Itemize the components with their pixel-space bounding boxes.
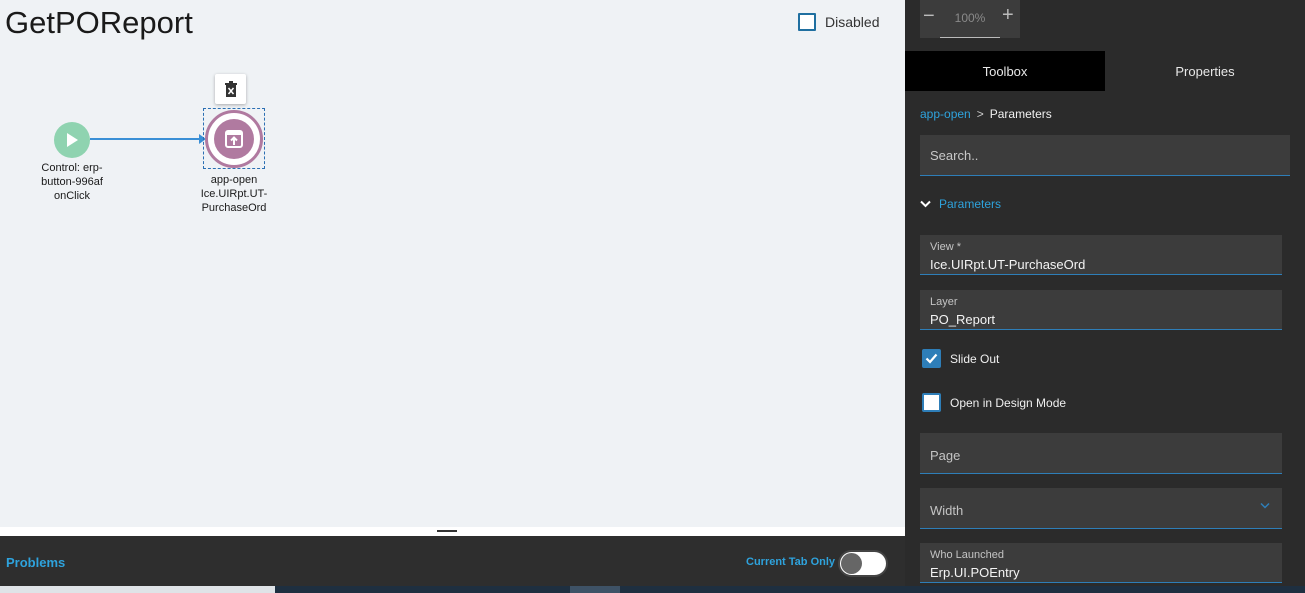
- app-node-line2: Ice.UIRpt.UT-: [200, 188, 268, 200]
- problems-bar: Problems Current Tab Only: [0, 536, 905, 586]
- panel-tabs: Toolbox Properties: [905, 51, 1305, 91]
- layer-field[interactable]: Layer PO_Report: [920, 290, 1282, 330]
- tab-properties[interactable]: Properties: [1105, 51, 1305, 91]
- width-select[interactable]: Width: [920, 488, 1282, 529]
- breadcrumb-current: Parameters: [989, 107, 1052, 121]
- who-launched-value[interactable]: Erp.UI.POEntry: [930, 565, 1020, 580]
- slide-out-checkbox[interactable]: [922, 349, 941, 368]
- open-window-icon: [225, 130, 243, 148]
- taskbar-left: [0, 586, 275, 593]
- view-value[interactable]: Ice.UIRpt.UT-PurchaseOrd: [930, 257, 1085, 272]
- delete-node-button[interactable]: [215, 74, 246, 104]
- design-mode-checkbox[interactable]: [922, 393, 941, 412]
- taskbar-strip: [0, 586, 1305, 593]
- view-label: View *: [930, 241, 961, 253]
- search-input[interactable]: [920, 135, 1290, 175]
- trash-icon: [224, 81, 237, 97]
- slide-out-label: Slide Out: [950, 351, 1000, 366]
- current-tab-only-label: Current Tab Only: [746, 556, 836, 568]
- chevron-down-icon: [920, 200, 931, 208]
- toggle-knob: [841, 553, 862, 574]
- app-node-line3: PurchaseOrd: [201, 202, 267, 214]
- zoom-control: − 100% +: [920, 0, 1020, 38]
- app-open-node-inner: [214, 119, 254, 159]
- app-open-node[interactable]: [205, 110, 263, 168]
- tab-toolbox[interactable]: Toolbox: [905, 51, 1105, 91]
- right-panel: − 100% + Toolbox Properties app-open > P…: [905, 0, 1305, 586]
- play-icon: [67, 133, 78, 147]
- chevron-down-icon: [1260, 502, 1270, 509]
- who-launched-field[interactable]: Who Launched Erp.UI.POEntry: [920, 543, 1282, 583]
- breadcrumb-link-app-open[interactable]: app-open: [920, 107, 971, 121]
- design-mode-option[interactable]: Open in Design Mode: [922, 393, 1066, 412]
- search-field: [920, 135, 1290, 176]
- layer-label: Layer: [930, 296, 958, 308]
- breadcrumb-separator: >: [976, 107, 984, 121]
- parameters-section-header[interactable]: Parameters: [920, 197, 1001, 211]
- app-open-node-label: app-open Ice.UIRpt.UT- PurchaseOrd: [184, 173, 284, 215]
- taskbar-tab: [570, 586, 620, 593]
- who-launched-label: Who Launched: [930, 549, 1004, 561]
- zoom-underline: [940, 37, 1000, 38]
- breadcrumb: app-open > Parameters: [920, 107, 1052, 121]
- start-node-label: Control: erp- button-996af onClick: [41, 162, 103, 202]
- layer-value[interactable]: PO_Report: [930, 312, 995, 327]
- parameters-header-label: Parameters: [939, 197, 1002, 211]
- design-mode-label: Open in Design Mode: [950, 395, 1067, 410]
- zoom-in-button[interactable]: +: [1002, 4, 1016, 27]
- start-node-play[interactable]: [54, 122, 90, 158]
- flow-canvas[interactable]: GetPOReport Disabled Control: erp- butto…: [0, 0, 905, 527]
- checkmark-icon: [925, 353, 938, 364]
- zoom-out-button[interactable]: −: [923, 5, 937, 28]
- panel-resize-handle[interactable]: [437, 530, 457, 532]
- app-node-title: app-open: [210, 174, 258, 186]
- flow-edge: [90, 134, 206, 144]
- width-label: Width: [930, 503, 964, 518]
- problems-label[interactable]: Problems: [6, 555, 65, 570]
- zoom-level[interactable]: 100%: [940, 11, 1000, 25]
- page-field[interactable]: Page: [920, 433, 1282, 474]
- current-tab-only-toggle[interactable]: [838, 550, 888, 577]
- page-label: Page: [930, 448, 961, 463]
- view-field[interactable]: View * Ice.UIRpt.UT-PurchaseOrd: [920, 235, 1282, 275]
- slide-out-option[interactable]: Slide Out: [922, 349, 999, 368]
